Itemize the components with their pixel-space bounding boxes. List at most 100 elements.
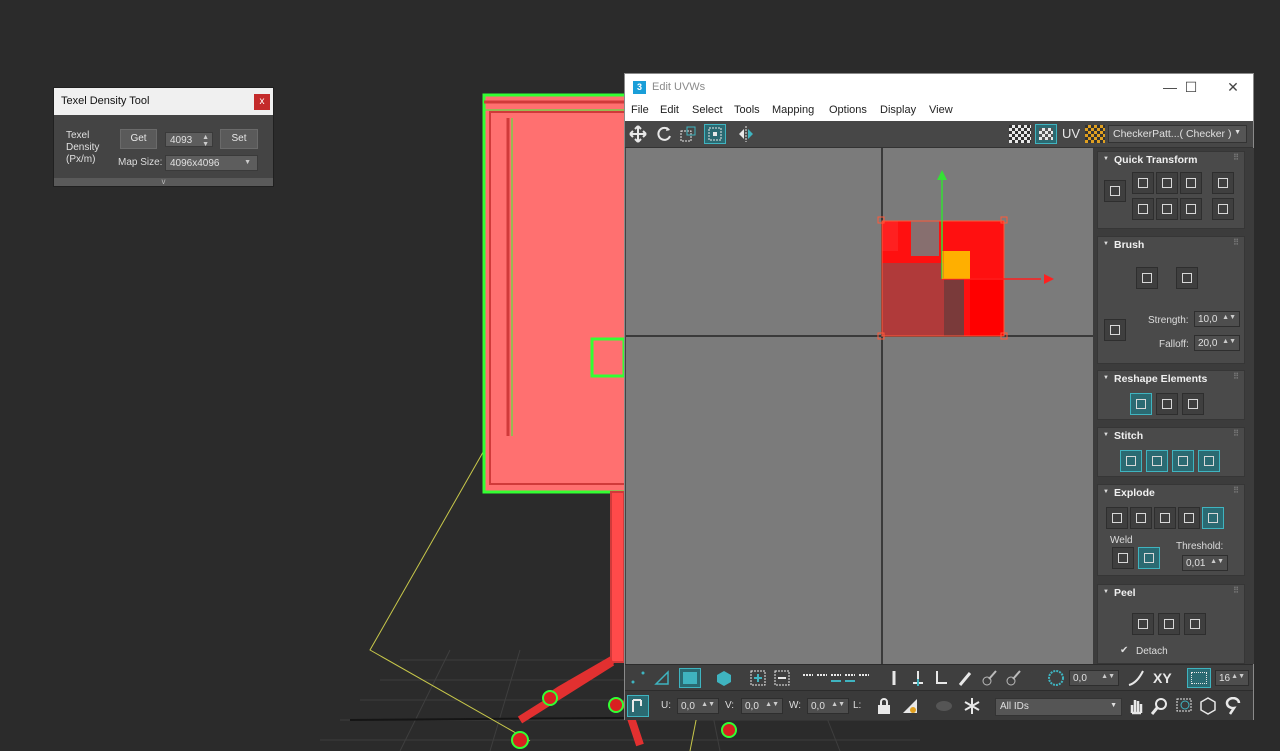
threshold-spinner[interactable]: 0,01 ▲▼ (1182, 555, 1228, 571)
zoom-extents-icon[interactable] (1199, 697, 1217, 715)
minimize-button[interactable]: — (1161, 79, 1179, 95)
paint-select-icon[interactable] (957, 669, 975, 687)
spinner-arrows-icon[interactable]: ▲▼ (1210, 558, 1224, 565)
reshape-header[interactable]: Reshape Elements ⠿ (1098, 371, 1244, 387)
scale-icon[interactable] (679, 125, 697, 143)
spinner-arrows-icon[interactable]: ▲▼ (202, 134, 209, 148)
weld-target-button[interactable] (1138, 547, 1160, 569)
density-value-spinner[interactable]: 4093 ▲ ▼ (165, 132, 213, 148)
detach-checkbox[interactable]: ✔ (1120, 645, 1128, 656)
spinner-arrows-icon[interactable]: ▲▼ (1101, 673, 1115, 680)
set-button[interactable]: Set (220, 129, 258, 149)
space-vertical-button[interactable] (1212, 198, 1234, 220)
menu-select[interactable]: Select (692, 104, 723, 116)
show-map-button[interactable] (1035, 124, 1057, 144)
material-id-dropdown[interactable]: All IDs ▼ (995, 698, 1122, 716)
unpin-icon[interactable] (933, 669, 951, 687)
maximize-button[interactable]: ☐ (1182, 79, 1200, 96)
lasso-icon[interactable] (1225, 697, 1243, 715)
element-select-icon[interactable] (715, 669, 733, 687)
relax-settings-button[interactable] (1182, 393, 1204, 415)
menu-view[interactable]: View (929, 104, 953, 116)
absolute-mode-button[interactable] (627, 695, 649, 717)
absolute-offset-icon[interactable] (1047, 669, 1065, 687)
brush-mode-button[interactable] (1104, 319, 1126, 341)
lock-icon[interactable] (875, 697, 893, 715)
align-horizontal-button[interactable] (1132, 172, 1154, 194)
explode-header[interactable]: Explode ⠿ (1098, 485, 1244, 501)
peel-mode-button[interactable] (1158, 613, 1180, 635)
freeform-mode-button[interactable] (704, 124, 726, 144)
align-to-edge-button[interactable] (1212, 172, 1234, 194)
move-icon[interactable] (629, 125, 647, 143)
close-button[interactable]: x (254, 94, 270, 110)
get-button[interactable]: Get (120, 129, 157, 149)
stitch-average-button[interactable] (1172, 450, 1194, 472)
menu-options[interactable]: Options (829, 104, 867, 116)
mirror-icon[interactable] (737, 125, 755, 143)
spinner-arrows-icon[interactable]: ▲▼ (831, 701, 845, 708)
face-select-button[interactable] (679, 668, 701, 688)
pin-add-icon[interactable] (909, 669, 927, 687)
brush-header[interactable]: Brush ⠿ (1098, 237, 1244, 253)
stitch-target-button[interactable] (1198, 450, 1220, 472)
menu-mapping[interactable]: Mapping (772, 104, 814, 116)
space-horizontal-button[interactable] (1132, 198, 1154, 220)
texel-tool-titlebar[interactable]: Texel Density Tool x (54, 88, 273, 115)
checker-settings-icon[interactable] (1085, 125, 1105, 143)
menu-file[interactable]: File (631, 104, 649, 116)
break-button[interactable] (1106, 507, 1128, 529)
spinner-arrows-icon[interactable]: ▲▼ (1222, 338, 1236, 345)
v-coordinate-spinner[interactable]: 0,0 ▲▼ (741, 698, 783, 714)
quick-peel-button[interactable] (1132, 613, 1154, 635)
paint-move-button[interactable] (1136, 267, 1158, 289)
reset-peel-button[interactable] (1184, 613, 1206, 635)
quick-transform-header[interactable]: Quick Transform ⠿ (1098, 152, 1244, 168)
grid-size-spinner[interactable]: 16 ▲▼ (1215, 670, 1249, 686)
menu-edit[interactable]: Edit (660, 104, 679, 116)
stitch-header[interactable]: Stitch ⠿ (1098, 428, 1244, 444)
vertex-select-icon[interactable] (629, 669, 647, 687)
checker-icon[interactable] (1009, 125, 1031, 143)
weld-selected-button[interactable] (1112, 547, 1134, 569)
hand-pan-icon[interactable] (1127, 697, 1145, 715)
expand-footer[interactable]: v (54, 178, 273, 186)
menu-tools[interactable]: Tools (734, 104, 760, 116)
stitch-custom-button[interactable] (1120, 450, 1142, 472)
grow-selection-icon[interactable] (749, 669, 767, 687)
linear-align-button[interactable] (1156, 198, 1178, 220)
loop-ring-icons[interactable] (801, 669, 871, 687)
explode-by-smoothing-button[interactable] (1130, 507, 1152, 529)
uv-editor-canvas[interactable] (626, 148, 1093, 664)
pin-icon[interactable] (885, 669, 903, 687)
align-vertical-button[interactable] (1156, 172, 1178, 194)
rotate-icon[interactable] (655, 125, 673, 143)
paint-grow-icon[interactable] (981, 669, 999, 687)
peel-header[interactable]: Peel ⠿ (1098, 585, 1244, 601)
explode-by-material-button[interactable] (1154, 507, 1176, 529)
w-coordinate-spinner[interactable]: 0,0 ▲▼ (807, 698, 849, 714)
flatten-button[interactable] (1202, 507, 1224, 529)
hide-icon[interactable] (901, 697, 919, 715)
set-pivot-button[interactable] (1104, 180, 1126, 202)
paint-shrink-icon[interactable] (1005, 669, 1023, 687)
grid-snap-button[interactable] (1187, 668, 1211, 688)
window-close-button[interactable]: ✕ (1224, 79, 1242, 96)
spinner-arrows-icon[interactable]: ▲▼ (701, 701, 715, 708)
rotate-plus-90-button[interactable] (1180, 198, 1202, 220)
straighten-button[interactable] (1130, 393, 1152, 415)
menu-display[interactable]: Display (880, 104, 916, 116)
edge-select-icon[interactable] (653, 669, 671, 687)
u-coordinate-spinner[interactable]: 0,0 ▲▼ (677, 698, 719, 714)
zoom-icon[interactable] (1151, 697, 1169, 715)
stitch-source-button[interactable] (1146, 450, 1168, 472)
explode-faces-button[interactable] (1178, 507, 1200, 529)
uvw-titlebar[interactable]: 3 Edit UVWs — ☐ ✕ (625, 74, 1253, 101)
xy-axis-toggle[interactable]: XY (1153, 670, 1172, 686)
relax-button[interactable] (1156, 393, 1178, 415)
soft-selection-icon[interactable] (1127, 669, 1145, 687)
strength-spinner[interactable]: 10,0 ▲▼ (1194, 311, 1240, 327)
spinner-arrows-icon[interactable]: ▲▼ (1231, 673, 1245, 680)
snowflake-icon[interactable] (963, 697, 981, 715)
zoom-region-icon[interactable] (1175, 697, 1193, 715)
